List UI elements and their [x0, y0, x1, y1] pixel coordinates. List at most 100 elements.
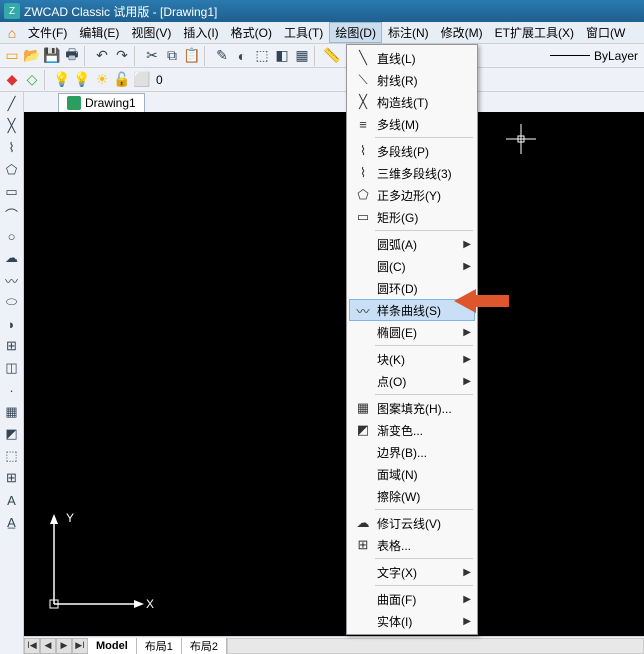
hatch-icon[interactable]: ▦	[2, 402, 22, 422]
cut-icon[interactable]: ✂	[142, 46, 162, 66]
sheet-tab-layout1[interactable]: 布局1	[137, 638, 182, 654]
menu-item[interactable]: ╳构造线(T)	[349, 91, 475, 113]
region-icon[interactable]: ⬚	[2, 446, 22, 466]
bulb-off-icon[interactable]: 💡	[72, 70, 92, 90]
separator	[134, 46, 140, 66]
menu-item[interactable]: ◩渐变色...	[349, 419, 475, 441]
sheet-tab-layout2[interactable]: 布局2	[182, 638, 227, 654]
menu-item[interactable]: 工具(T)	[278, 22, 329, 43]
first-icon[interactable]: I◀	[24, 638, 40, 654]
menu-item[interactable]: 视图(V)	[125, 22, 177, 43]
mtext-icon[interactable]: A̲	[2, 512, 22, 532]
menu-item[interactable]: ╲直线(L)	[349, 47, 475, 69]
toolbar-1: ▭ 📂 💾 🖶 ↶ ↷ ✂ ⧉ 📋 ✎ ◐ ⬚ ◧ ▦ 📏 ➤ ByLayer	[0, 44, 644, 68]
menu-item[interactable]: ≡多线(M)	[349, 113, 475, 135]
spline-icon: 〰	[353, 302, 373, 318]
grad-icon: ◩	[353, 421, 373, 439]
tool-icon[interactable]: ⬚	[252, 46, 272, 66]
pline-icon[interactable]: ⌇	[2, 138, 22, 158]
tool-icon[interactable]: ◐	[232, 46, 252, 66]
toolbar-2: ◆ ◇ 💡 💡 ☀ 🔓 ⬜ 0	[0, 68, 644, 92]
menu-item[interactable]: 插入(I)	[177, 22, 224, 43]
layer-icon[interactable]: ◆	[2, 70, 22, 90]
menu-item[interactable]: 窗口(W	[580, 22, 631, 43]
menu-item[interactable]: 边界(B)...	[349, 441, 475, 463]
measure-icon[interactable]: 📏	[322, 46, 342, 66]
layer-icon[interactable]: ◇	[22, 70, 42, 90]
menu-item[interactable]: 面域(N)	[349, 463, 475, 485]
menu-item[interactable]: 修改(M)	[435, 22, 489, 43]
prev-icon[interactable]: ◀	[40, 638, 56, 654]
grad-icon[interactable]: ◩	[2, 424, 22, 444]
menu-item[interactable]: ☁修订云线(V)	[349, 512, 475, 534]
menu-item[interactable]: 标注(N)	[382, 22, 435, 43]
last-icon[interactable]: ▶I	[72, 638, 88, 654]
menu-item[interactable]: ⌇三维多段线(3)	[349, 162, 475, 184]
menu-item[interactable]: 编辑(E)	[73, 22, 125, 43]
menu-item[interactable]: ▦图案填充(H)...	[349, 397, 475, 419]
lock-icon[interactable]: 🔓	[112, 70, 132, 90]
menu-item[interactable]: 实体(I)▶	[349, 610, 475, 632]
copy-icon[interactable]: ⧉	[162, 46, 182, 66]
menu-item[interactable]: 块(K)▶	[349, 348, 475, 370]
drawing-canvas[interactable]: Y X	[24, 112, 644, 636]
menu-item[interactable]: 圆(C)▶	[349, 255, 475, 277]
drawing-tab-label: Drawing1	[85, 96, 136, 110]
menu-item[interactable]: 椭圆(E)▶	[349, 321, 475, 343]
blank-icon	[353, 257, 373, 275]
menu-item[interactable]: ▭矩形(G)	[349, 206, 475, 228]
menu-item[interactable]: 擦除(W)	[349, 485, 475, 507]
undo-icon[interactable]: ↶	[92, 46, 112, 66]
open-icon[interactable]: 📂	[22, 46, 42, 66]
print-icon[interactable]: 🖶	[62, 46, 82, 66]
cloud-icon: ☁	[353, 514, 373, 532]
cloud-icon[interactable]: ☁	[2, 248, 22, 268]
circle-icon[interactable]: ○	[2, 226, 22, 246]
save-icon[interactable]: 💾	[42, 46, 62, 66]
scrollbar[interactable]	[227, 638, 644, 654]
annotation-arrow-icon	[454, 286, 514, 319]
point-icon[interactable]: ·	[2, 380, 22, 400]
sun-icon[interactable]: ☀	[92, 70, 112, 90]
tool-icon[interactable]: ◧	[272, 46, 292, 66]
menu-item[interactable]: ⟍射线(R)	[349, 69, 475, 91]
app-menu-icon[interactable]: ⌂	[2, 23, 22, 43]
text-icon[interactable]: A	[2, 490, 22, 510]
menu-item[interactable]: ⊞表格...	[349, 534, 475, 556]
menu-item[interactable]: 文件(F)	[22, 22, 73, 43]
menu-item[interactable]: 文字(X)▶	[349, 561, 475, 583]
match-icon[interactable]: ✎	[212, 46, 232, 66]
blank-icon	[353, 372, 373, 390]
next-icon[interactable]: ▶	[56, 638, 72, 654]
earc-icon[interactable]: ◗	[2, 314, 22, 334]
menu-item[interactable]: ⌇多段线(P)	[349, 140, 475, 162]
menu-item[interactable]: ⬠正多边形(Y)	[349, 184, 475, 206]
linetype-selector[interactable]: ByLayer	[550, 49, 638, 63]
table-icon[interactable]: ⊞	[2, 468, 22, 488]
menu-item[interactable]: 点(O)▶	[349, 370, 475, 392]
tool-icon[interactable]: ▦	[292, 46, 312, 66]
cline-icon[interactable]: ╳	[2, 116, 22, 136]
menu-item[interactable]: 格式(O)	[225, 22, 278, 43]
redo-icon[interactable]: ↷	[112, 46, 132, 66]
menu-item[interactable]: 曲面(F)▶	[349, 588, 475, 610]
blank-icon	[353, 465, 373, 483]
line-icon[interactable]: ╱	[2, 94, 22, 114]
arc-icon[interactable]: ⌒	[2, 204, 22, 224]
polygon-icon[interactable]: ⬠	[2, 160, 22, 180]
ucs-axis: Y X	[44, 504, 154, 614]
drawing-tab[interactable]: Drawing1	[58, 93, 145, 112]
sheet-tab-model[interactable]: Model	[88, 638, 137, 654]
menu-item[interactable]: 圆弧(A)▶	[349, 233, 475, 255]
block-icon[interactable]: ◫	[2, 358, 22, 378]
menu-item[interactable]: 绘图(D)	[329, 22, 382, 43]
insert-icon[interactable]: ⊞	[2, 336, 22, 356]
bulb-on-icon[interactable]: 💡	[52, 70, 72, 90]
new-icon[interactable]: ▭	[2, 46, 22, 66]
ellipse-icon[interactable]: ⬭	[2, 292, 22, 312]
spline-icon[interactable]: 〰	[2, 270, 22, 290]
rect-icon[interactable]: ▭	[2, 182, 22, 202]
paste-icon[interactable]: 📋	[182, 46, 202, 66]
layer0-icon[interactable]: ⬜	[132, 70, 152, 90]
menu-item[interactable]: ET扩展工具(X)	[489, 22, 580, 43]
